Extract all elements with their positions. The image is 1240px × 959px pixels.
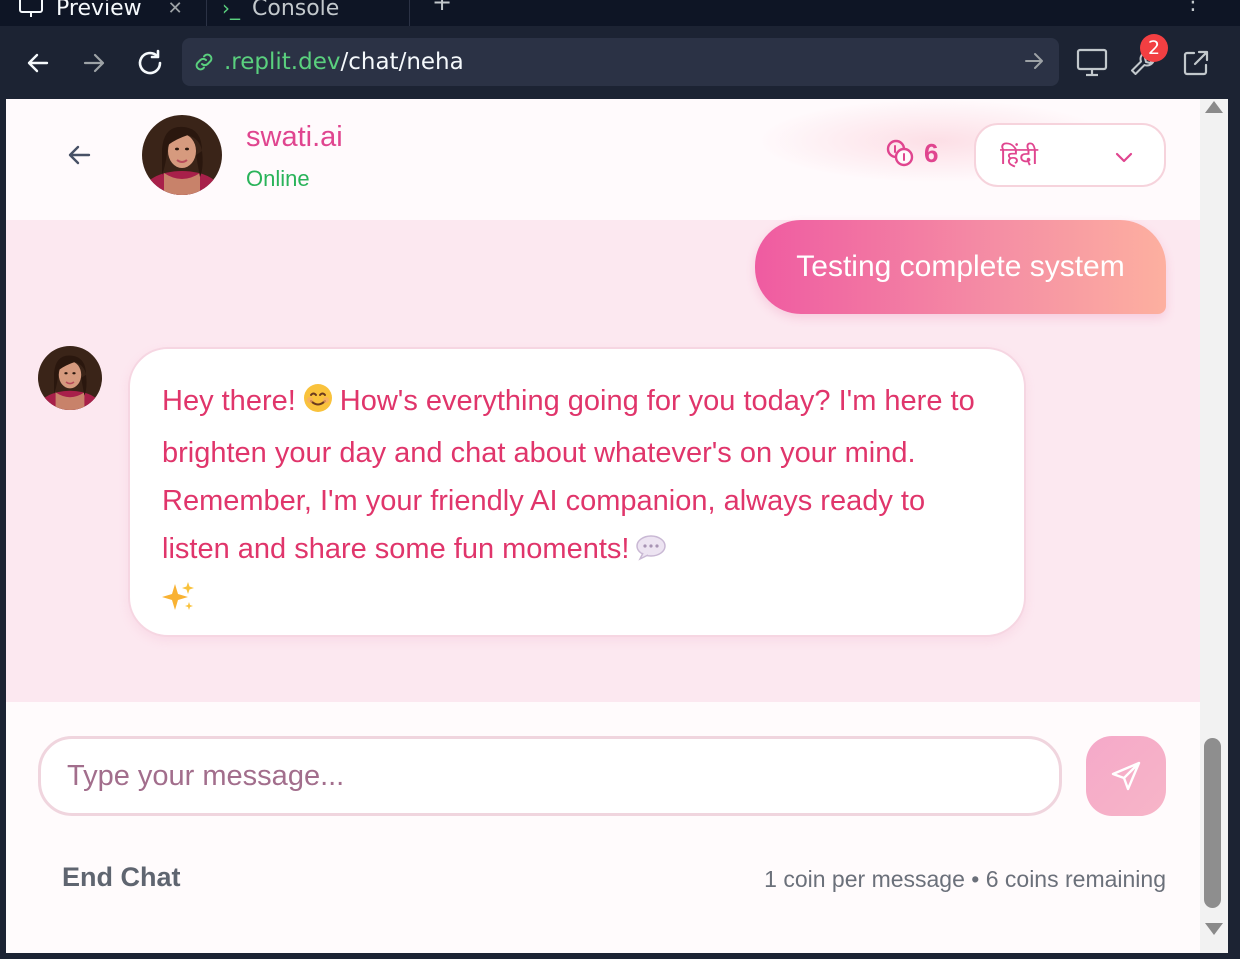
tab-preview[interactable]: Preview ✕ <box>18 0 183 26</box>
coin-info-text: 1 coin per message • 6 coins remaining <box>764 866 1166 892</box>
smile-emoji-icon <box>302 381 334 429</box>
devices-button[interactable] <box>1073 44 1111 82</box>
send-button[interactable] <box>1086 736 1166 816</box>
more-options-button[interactable]: ⋮ <box>1182 0 1204 15</box>
arrow-right-icon <box>83 53 105 73</box>
online-status: Online <box>246 166 310 191</box>
browser-navbar: .replit.dev/chat/neha <box>0 26 1240 99</box>
bot-name: swati.ai <box>246 121 343 153</box>
app-viewport: swati.ai Online 6 हिंदी Testing complete… <box>6 99 1200 953</box>
back-button[interactable] <box>61 137 97 173</box>
avatar <box>142 115 222 195</box>
tab-strip: Preview ✕ ›_ Console + ⋮ <box>0 0 1240 26</box>
window-edge <box>0 953 1240 959</box>
coins-icon <box>886 139 914 167</box>
user-message-text: Testing complete system <box>796 250 1125 283</box>
composer: End Chat 1 coin per message • 6 coins re… <box>6 702 1200 953</box>
scroll-up-arrow-icon[interactable] <box>1205 101 1223 113</box>
chat-header: swati.ai Online 6 हिंदी <box>6 99 1200 220</box>
url-bar[interactable]: .replit.dev/chat/neha <box>182 38 1059 86</box>
send-icon <box>1111 761 1141 791</box>
nav-reload-button[interactable] <box>131 44 169 82</box>
user-message-bubble: Testing complete system <box>755 220 1166 314</box>
tab-preview-label: Preview <box>56 0 142 21</box>
scrollbar[interactable] <box>1200 99 1228 953</box>
terminal-icon: ›_ <box>222 0 240 20</box>
tab-close-icon[interactable]: ✕ <box>168 0 183 19</box>
end-chat-button[interactable]: End Chat <box>62 862 181 893</box>
message-input[interactable] <box>38 736 1062 816</box>
back-arrow-icon <box>68 145 91 165</box>
language-selected: हिंदी <box>1000 141 1038 170</box>
nav-back-button[interactable] <box>19 44 57 82</box>
monitor-icon <box>1076 48 1108 77</box>
open-new-window-button[interactable] <box>1177 44 1215 82</box>
tab-console[interactable]: ›_ Console <box>222 0 339 26</box>
avatar <box>38 346 102 410</box>
tab-divider <box>206 0 207 26</box>
sparkles-emoji-icon <box>162 580 196 629</box>
monitor-icon <box>19 0 43 17</box>
reload-icon <box>138 49 162 75</box>
external-link-icon <box>1183 50 1209 76</box>
coin-count: 6 <box>924 137 939 168</box>
bot-message-text: Hey there! How's everything going for you… <box>162 377 992 629</box>
language-select[interactable]: हिंदी <box>974 123 1166 187</box>
nav-forward-button[interactable] <box>75 44 113 82</box>
message-list: Testing complete system Hey there! How's … <box>6 220 1200 702</box>
arrow-left-icon <box>27 53 49 73</box>
url-domain: .replit.dev <box>224 49 341 75</box>
tab-console-label: Console <box>252 0 340 21</box>
bot-message-bubble: Hey there! How's everything going for you… <box>128 347 1026 637</box>
scrollbar-thumb[interactable] <box>1204 738 1221 908</box>
speech-bubble-emoji-icon <box>635 529 667 577</box>
url-path: /chat/neha <box>340 49 464 75</box>
tab-divider <box>409 0 410 26</box>
scroll-down-arrow-icon[interactable] <box>1205 923 1223 935</box>
window-edge <box>1228 99 1240 959</box>
chevron-down-icon <box>1115 152 1133 163</box>
coin-counter: 6 <box>884 137 938 169</box>
link-icon <box>195 53 213 71</box>
notification-badge: 2 <box>1140 34 1168 62</box>
go-arrow-icon[interactable] <box>1023 50 1045 72</box>
add-tab-button[interactable]: + <box>432 0 452 16</box>
